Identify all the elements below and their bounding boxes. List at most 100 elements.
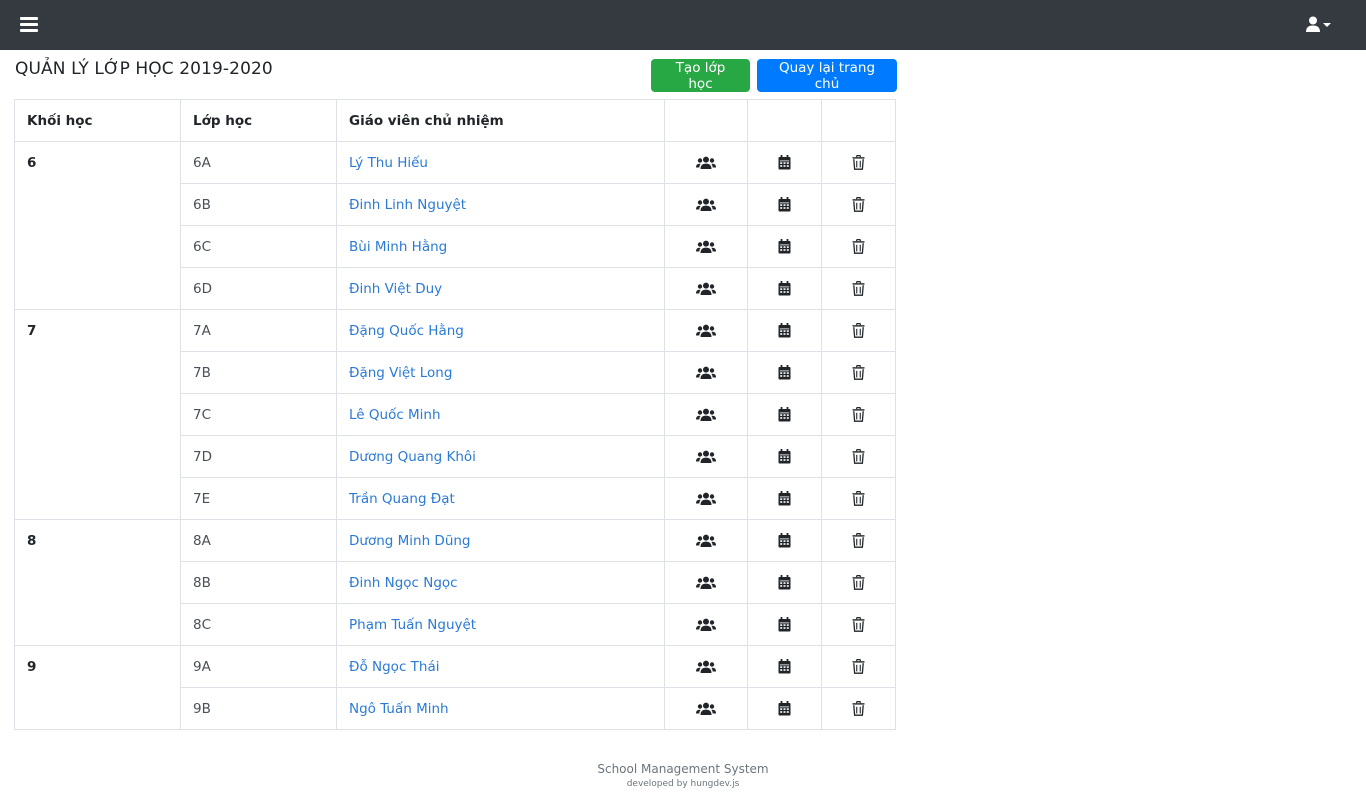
members-button[interactable] (664, 687, 748, 730)
page-title: QUẢN LÝ LỚP HỌC 2019-2020 (15, 59, 273, 79)
grade-cell: 9 (14, 645, 181, 730)
trash-icon (852, 449, 865, 464)
users-icon (696, 534, 716, 547)
schedule-button[interactable] (747, 225, 822, 268)
menu-toggle-button[interactable] (20, 17, 38, 32)
members-button[interactable] (664, 393, 748, 436)
table-body: 6 6A Lý Thu Hiếu 6B Đinh Linh Nguyệt 6C Bùi Mi… (14, 141, 896, 730)
delete-button[interactable] (821, 183, 896, 226)
users-icon (696, 408, 716, 421)
members-button[interactable] (664, 267, 748, 310)
trash-icon (852, 701, 865, 716)
calendar-icon (778, 197, 791, 212)
top-navbar (0, 0, 1366, 50)
teacher-link[interactable]: Ngô Tuấn Minh (349, 701, 449, 717)
calendar-icon (778, 701, 791, 716)
teacher-link[interactable]: Lý Thu Hiếu (349, 155, 428, 171)
user-menu-button[interactable] (1306, 16, 1334, 34)
teacher-link[interactable]: Đặng Việt Long (349, 365, 452, 381)
calendar-icon (778, 533, 791, 548)
class-cell: 6C (180, 225, 337, 268)
class-cell: 9A (180, 645, 337, 688)
delete-button[interactable] (821, 687, 896, 730)
class-cell: 6A (180, 141, 337, 184)
members-button[interactable] (664, 477, 748, 520)
delete-button[interactable] (821, 393, 896, 436)
schedule-button[interactable] (747, 519, 822, 562)
teacher-link[interactable]: Trần Quang Đạt (349, 491, 455, 507)
users-icon (696, 660, 716, 673)
members-button[interactable] (664, 351, 748, 394)
class-cell: 6D (180, 267, 337, 310)
class-cell: 8B (180, 561, 337, 604)
teacher-link[interactable]: Đinh Việt Duy (349, 281, 442, 297)
delete-button[interactable] (821, 435, 896, 478)
create-class-button[interactable]: Tạo lớp học (651, 59, 750, 92)
teacher-link[interactable]: Đinh Ngọc Ngọc (349, 575, 458, 591)
teacher-link[interactable]: Dương Quang Khôi (349, 449, 476, 465)
delete-button[interactable] (821, 519, 896, 562)
schedule-button[interactable] (747, 267, 822, 310)
schedule-button[interactable] (747, 687, 822, 730)
members-button[interactable] (664, 309, 748, 352)
users-icon (696, 450, 716, 463)
members-button[interactable] (664, 435, 748, 478)
calendar-icon (778, 449, 791, 464)
class-cell: 7A (180, 309, 337, 352)
delete-button[interactable] (821, 267, 896, 310)
schedule-button[interactable] (747, 351, 822, 394)
teacher-cell: Dương Minh Dũng (336, 519, 665, 562)
teacher-link[interactable]: Đinh Linh Nguyệt (349, 197, 466, 213)
teacher-link[interactable]: Đặng Quốc Hằng (349, 323, 464, 339)
schedule-button[interactable] (747, 183, 822, 226)
teacher-link[interactable]: Đỗ Ngọc Thái (349, 659, 439, 675)
teacher-link[interactable]: Dương Minh Dũng (349, 533, 471, 549)
delete-button[interactable] (821, 603, 896, 646)
class-cell: 7D (180, 435, 337, 478)
users-icon (696, 198, 716, 211)
schedule-button[interactable] (747, 477, 822, 520)
calendar-icon (778, 281, 791, 296)
schedule-button[interactable] (747, 309, 822, 352)
table-row: 8 8A Dương Minh Dũng (14, 519, 896, 646)
delete-button[interactable] (821, 309, 896, 352)
users-icon (696, 576, 716, 589)
members-button[interactable] (664, 225, 748, 268)
schedule-button[interactable] (747, 435, 822, 478)
class-cell: 9B (180, 687, 337, 730)
teacher-link[interactable]: Lê Quốc Minh (349, 407, 441, 423)
members-button[interactable] (664, 645, 748, 688)
trash-icon (852, 407, 865, 422)
grade-cell: 7 (14, 309, 181, 520)
delete-button[interactable] (821, 645, 896, 688)
schedule-button[interactable] (747, 561, 822, 604)
delete-button[interactable] (821, 141, 896, 184)
delete-button[interactable] (821, 477, 896, 520)
delete-button[interactable] (821, 351, 896, 394)
users-icon (696, 492, 716, 505)
schedule-button[interactable] (747, 393, 822, 436)
delete-button[interactable] (821, 561, 896, 604)
schedule-button[interactable] (747, 645, 822, 688)
class-cell: 7E (180, 477, 337, 520)
members-button[interactable] (664, 561, 748, 604)
teacher-cell: Phạm Tuấn Nguyệt (336, 603, 665, 646)
members-button[interactable] (664, 603, 748, 646)
schedule-button[interactable] (747, 603, 822, 646)
members-button[interactable] (664, 183, 748, 226)
users-icon (696, 618, 716, 631)
teacher-link[interactable]: Phạm Tuấn Nguyệt (349, 617, 476, 633)
schedule-button[interactable] (747, 141, 822, 184)
members-button[interactable] (664, 141, 748, 184)
members-button[interactable] (664, 519, 748, 562)
users-icon (696, 156, 716, 169)
teacher-cell: Đỗ Ngọc Thái (336, 645, 665, 688)
back-home-button[interactable]: Quay lại trang chủ (757, 59, 897, 92)
header-empty (821, 99, 896, 142)
calendar-icon (778, 575, 791, 590)
teacher-link[interactable]: Bùi Minh Hằng (349, 239, 447, 255)
teacher-cell: Trần Quang Đạt (336, 477, 665, 520)
delete-button[interactable] (821, 225, 896, 268)
users-icon (696, 282, 716, 295)
trash-icon (852, 239, 865, 254)
